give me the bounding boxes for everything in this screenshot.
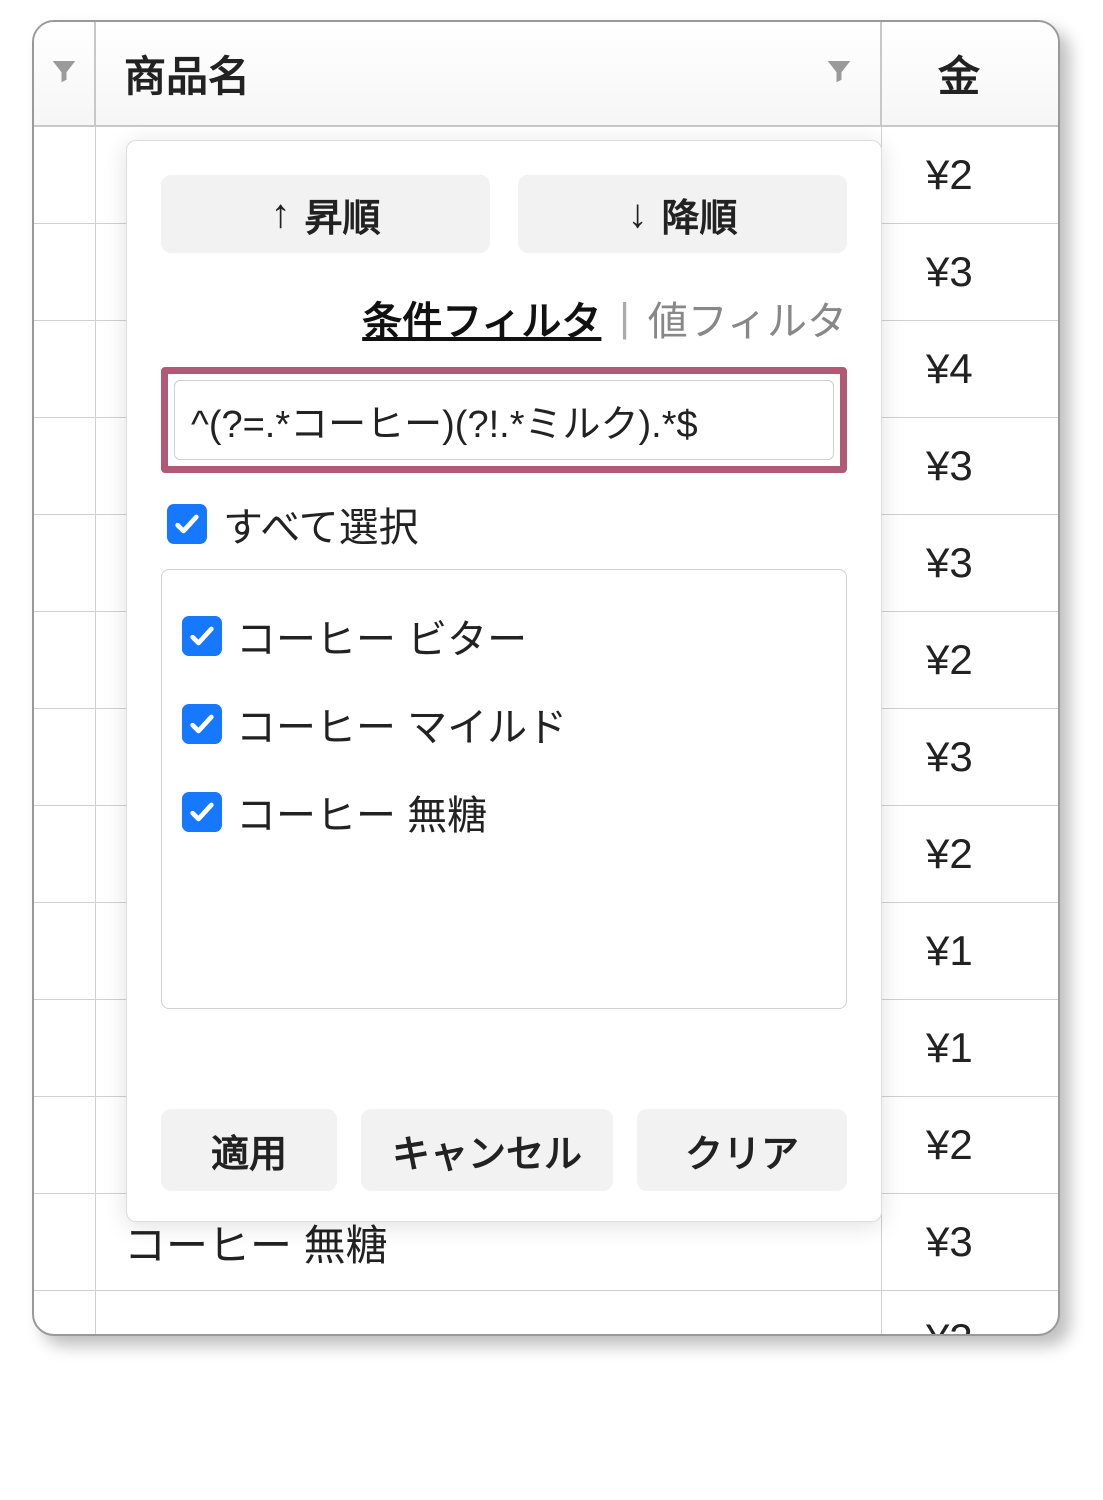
header-cell-product-name[interactable]: 商品名 [96, 22, 882, 125]
regex-highlight-box [161, 367, 847, 473]
row-amount-cell: ¥2 [882, 612, 1058, 708]
row-amount-cell: ¥2 [882, 1097, 1058, 1193]
row-blank-cell [34, 418, 96, 514]
filter-icon[interactable] [49, 56, 79, 92]
filter-tabs: 条件フィルタ | 値フィルタ [161, 289, 847, 347]
header-label-amount: 金 [938, 43, 980, 104]
row-amount-cell: ¥4 [882, 321, 1058, 417]
row-amount-cell: ¥1 [882, 1000, 1058, 1096]
row-amount-cell: ¥1 [882, 903, 1058, 999]
option-checkbox[interactable] [182, 704, 222, 744]
header-cell-blank[interactable] [34, 22, 96, 125]
filter-icon[interactable] [824, 56, 854, 92]
arrow-up-icon: ↑ [270, 192, 290, 237]
filter-regex-input[interactable] [174, 380, 834, 460]
filter-popup: ↑ 昇順 ↓ 降順 条件フィルタ | 値フィルタ すべて選択 コーヒー ビターコ… [126, 140, 882, 1222]
clear-button[interactable]: クリア [637, 1109, 847, 1191]
sort-desc-button[interactable]: ↓ 降順 [518, 175, 847, 253]
row-blank-cell [34, 127, 96, 223]
table-row[interactable]: ¥3 [34, 1291, 1058, 1336]
option-label: コーヒー ビター [236, 607, 527, 665]
row-blank-cell [34, 806, 96, 902]
tab-condition-filter[interactable]: 条件フィルタ [362, 289, 601, 347]
row-amount-cell: ¥3 [882, 1291, 1058, 1336]
arrow-down-icon: ↓ [627, 192, 647, 237]
select-all-row[interactable]: すべて選択 [161, 495, 847, 553]
select-all-checkbox[interactable] [167, 504, 207, 544]
row-blank-cell [34, 515, 96, 611]
row-blank-cell [34, 321, 96, 417]
row-blank-cell [34, 1000, 96, 1096]
sort-buttons-row: ↑ 昇順 ↓ 降順 [161, 175, 847, 253]
row-amount-cell: ¥3 [882, 515, 1058, 611]
header-label-product-name: 商品名 [124, 43, 250, 104]
row-blank-cell [34, 903, 96, 999]
filter-option[interactable]: コーヒー ビター [182, 592, 826, 680]
option-label: コーヒー マイルド [236, 695, 567, 753]
row-amount-cell: ¥2 [882, 806, 1058, 902]
row-blank-cell [34, 612, 96, 708]
action-buttons-row: 適用 キャンセル クリア [161, 1109, 847, 1191]
row-name-cell [96, 1291, 882, 1336]
row-amount-cell: ¥3 [882, 709, 1058, 805]
option-label: コーヒー 無糖 [236, 783, 487, 841]
sort-asc-button[interactable]: ↑ 昇順 [161, 175, 490, 253]
filter-option[interactable]: コーヒー 無糖 [182, 768, 826, 856]
header-cell-amount[interactable]: 金 [882, 22, 1058, 125]
row-blank-cell [34, 709, 96, 805]
sort-asc-label: 昇順 [304, 187, 380, 242]
row-blank-cell [34, 224, 96, 320]
option-checkbox[interactable] [182, 792, 222, 832]
grid-header: 商品名 金 [34, 22, 1058, 127]
row-amount-cell: ¥2 [882, 127, 1058, 223]
row-blank-cell [34, 1097, 96, 1193]
option-checkbox[interactable] [182, 616, 222, 656]
sort-desc-label: 降順 [661, 187, 737, 242]
data-grid-frame: 商品名 金 ¥2¥3¥4¥3¥3¥2¥3¥2¥1¥1¥2コーヒー 無糖¥3¥3 … [32, 20, 1060, 1336]
tab-value-filter[interactable]: 値フィルタ [648, 289, 847, 347]
row-blank-cell [34, 1194, 96, 1290]
select-all-label: すべて選択 [223, 495, 419, 553]
row-blank-cell [34, 1291, 96, 1336]
tab-separator: | [619, 296, 629, 341]
filter-option[interactable]: コーヒー マイルド [182, 680, 826, 768]
cancel-button[interactable]: キャンセル [361, 1109, 613, 1191]
row-amount-cell: ¥3 [882, 1194, 1058, 1290]
row-amount-cell: ¥3 [882, 418, 1058, 514]
filter-options-list: コーヒー ビターコーヒー マイルドコーヒー 無糖 [161, 569, 847, 1009]
row-amount-cell: ¥3 [882, 224, 1058, 320]
apply-button[interactable]: 適用 [161, 1109, 337, 1191]
